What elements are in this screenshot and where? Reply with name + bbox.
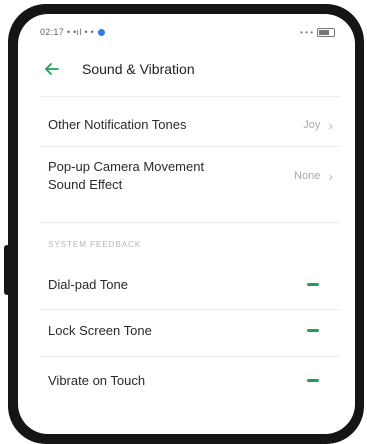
screen: 02:17 • •ıl • • • • • Sound & Vibration … (18, 14, 355, 434)
status-time: 02:17 • •ıl • • (40, 27, 95, 37)
row-lock-screen-tone[interactable]: Lock Screen Tone (18, 316, 355, 346)
divider (40, 146, 340, 147)
row-label: Lock Screen Tone (48, 323, 152, 338)
side-button (4, 245, 10, 295)
status-left: 02:17 • •ıl • • (40, 27, 106, 37)
row-value: None (294, 170, 321, 182)
row-value: Joy (303, 119, 321, 131)
row-label: Dial-pad Tone (48, 277, 128, 292)
row-popup-camera-sound[interactable]: Pop-up Camera Movement Sound Effect None… (18, 152, 355, 200)
row-other-notification-tones[interactable]: Other Notification Tones Joy › (18, 110, 355, 140)
page-title: Sound & Vibration (82, 61, 195, 77)
row-dial-pad-tone[interactable]: Dial-pad Tone (18, 270, 355, 300)
lock-screen-tone-toggle[interactable] (299, 322, 333, 340)
back-button[interactable] (40, 57, 64, 81)
divider (40, 309, 340, 310)
divider (40, 222, 340, 223)
chevron-right-icon: › (328, 168, 333, 184)
divider (40, 356, 340, 357)
section-header: SYSTEM FEEDBACK (48, 240, 142, 249)
battery-icon (317, 27, 335, 37)
row-vibrate-on-touch[interactable]: Vibrate on Touch (18, 366, 355, 396)
header: Sound & Vibration (18, 52, 355, 86)
row-right: None › (294, 168, 333, 184)
status-bar: 02:17 • •ıl • • • • • (18, 14, 355, 50)
device-bezel: 02:17 • •ıl • • • • • Sound & Vibration … (0, 0, 367, 444)
back-arrow-icon (45, 63, 59, 75)
toggle-indicator-icon (307, 283, 319, 286)
status-indicators: • • • (300, 27, 313, 37)
row-label: Vibrate on Touch (48, 373, 146, 388)
vibrate-on-touch-toggle[interactable] (299, 372, 333, 390)
row-label: Other Notification Tones (48, 117, 187, 132)
chevron-right-icon: › (328, 117, 333, 133)
row-right: Joy › (303, 117, 333, 133)
notification-dot-icon (98, 28, 106, 36)
dial-pad-tone-toggle[interactable] (299, 276, 333, 294)
status-right: • • • (300, 27, 335, 37)
toggle-indicator-icon (307, 379, 319, 382)
divider (40, 96, 340, 97)
row-label: Pop-up Camera Movement Sound Effect (48, 159, 205, 192)
toggle-indicator-icon (307, 329, 319, 332)
